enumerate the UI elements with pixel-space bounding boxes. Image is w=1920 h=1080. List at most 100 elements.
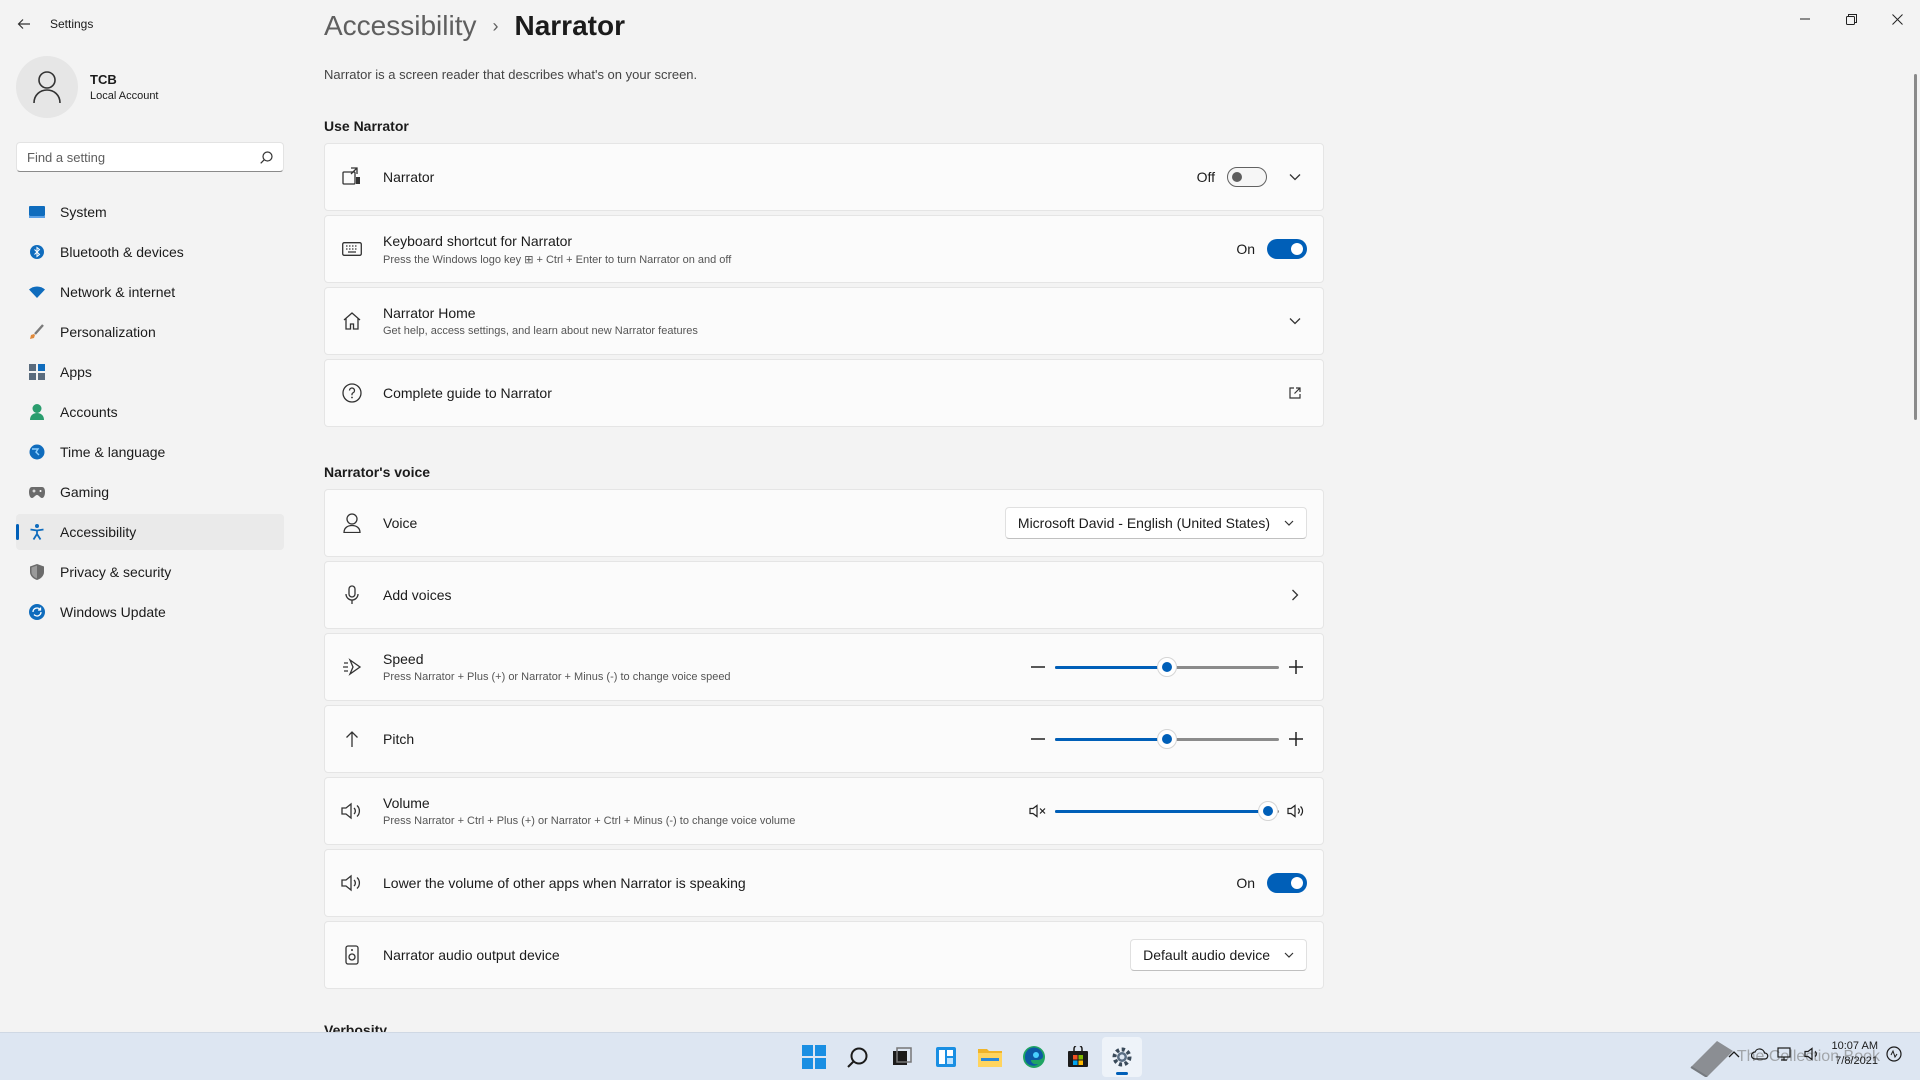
sidebar-item-privacy[interactable]: Privacy & security xyxy=(16,554,284,590)
sidebar-item-label: System xyxy=(60,204,107,220)
narrator-toggle[interactable] xyxy=(1227,167,1267,187)
slider-thumb xyxy=(1157,657,1177,677)
lower-volume-toggle-state: On xyxy=(1236,875,1255,891)
chevron-up-icon[interactable] xyxy=(1724,1044,1744,1064)
person-icon xyxy=(341,512,363,534)
home-icon xyxy=(341,310,363,332)
wifi-icon xyxy=(28,283,46,301)
pitch-decrease-button[interactable] xyxy=(1027,728,1049,750)
mute-icon xyxy=(1029,804,1046,818)
card-title: Add voices xyxy=(383,587,452,603)
sidebar-item-gaming[interactable]: Gaming xyxy=(16,474,284,510)
chevron-right-icon[interactable] xyxy=(1283,583,1307,607)
search-box[interactable] xyxy=(16,142,284,172)
lower-volume-toggle[interactable] xyxy=(1267,873,1307,893)
restore-icon xyxy=(1845,13,1857,25)
mute-button[interactable] xyxy=(1027,800,1049,822)
sidebar-item-time-language[interactable]: Time & language xyxy=(16,434,284,470)
chevron-down-icon[interactable] xyxy=(1283,165,1307,189)
sidebar-item-accounts[interactable]: Accounts xyxy=(16,394,284,430)
section-title-verbosity: Verbosity xyxy=(324,1022,388,1032)
audio-output-dropdown[interactable]: Default audio device xyxy=(1130,939,1307,971)
sidebar-item-label: Privacy & security xyxy=(60,564,172,580)
user-profile[interactable]: TCB Local Account xyxy=(16,56,159,118)
section-title-use-narrator: Use Narrator xyxy=(324,118,409,134)
plus-icon xyxy=(1289,732,1303,746)
app-title: Settings xyxy=(50,17,94,31)
breadcrumb-parent[interactable]: Accessibility xyxy=(324,10,476,42)
speed-slider[interactable] xyxy=(1055,657,1279,677)
start-button[interactable] xyxy=(794,1037,834,1077)
notification-icon[interactable] xyxy=(1884,1044,1904,1064)
sidebar-item-label: Personalization xyxy=(60,324,156,340)
add-voices-card[interactable]: Add voices xyxy=(324,561,1324,629)
shortcut-toggle-state: On xyxy=(1236,241,1255,257)
apps-icon xyxy=(28,363,46,381)
microphone-icon xyxy=(341,584,363,606)
sidebar-item-personalization[interactable]: Personalization xyxy=(16,314,284,350)
audio-output-dropdown-value: Default audio device xyxy=(1143,947,1270,963)
search-icon[interactable] xyxy=(260,150,273,164)
close-button[interactable] xyxy=(1874,4,1920,34)
network-icon[interactable] xyxy=(1776,1044,1796,1064)
volume-slider[interactable] xyxy=(1055,801,1279,821)
cloud-icon[interactable] xyxy=(1750,1044,1770,1064)
file-explorer-button[interactable] xyxy=(970,1037,1010,1077)
store-button[interactable] xyxy=(1058,1037,1098,1077)
taskbar-search-button[interactable] xyxy=(838,1037,878,1077)
search-icon xyxy=(847,1047,868,1068)
restore-button[interactable] xyxy=(1828,4,1874,34)
widgets-icon xyxy=(936,1047,956,1067)
section-title-narrators-voice: Narrator's voice xyxy=(324,464,431,480)
file-explorer-icon xyxy=(978,1049,1002,1067)
sidebar-item-label: Apps xyxy=(60,364,92,380)
narrator-home-card[interactable]: Narrator Home Get help, access settings,… xyxy=(324,287,1324,355)
sidebar-item-system[interactable]: System xyxy=(16,194,284,230)
edge-icon xyxy=(1023,1046,1045,1068)
voice-dropdown[interactable]: Microsoft David - English (United States… xyxy=(1004,507,1307,539)
card-subtitle: Press Narrator + Ctrl + Plus (+) or Narr… xyxy=(383,815,796,827)
card-title: Keyboard shortcut for Narrator xyxy=(383,232,573,249)
update-icon xyxy=(28,603,46,621)
sidebar-item-bluetooth[interactable]: Bluetooth & devices xyxy=(16,234,284,270)
widgets-button[interactable] xyxy=(926,1037,966,1077)
card-title: Speed xyxy=(383,651,424,667)
speed-decrease-button[interactable] xyxy=(1027,656,1049,678)
search-input[interactable] xyxy=(27,149,260,165)
sidebar-item-accessibility[interactable]: Accessibility xyxy=(16,514,284,550)
sidebar-item-windows-update[interactable]: Windows Update xyxy=(16,594,284,630)
settings-button[interactable] xyxy=(1102,1037,1142,1077)
scrollbar[interactable] xyxy=(1914,74,1917,420)
voice-card: Voice Microsoft David - English (United … xyxy=(324,489,1324,557)
shortcut-toggle[interactable] xyxy=(1267,239,1307,259)
chevron-down-icon[interactable] xyxy=(1283,309,1307,333)
clock[interactable]: 10:07 AM 7/8/2021 xyxy=(1832,1039,1878,1069)
speaker-device-icon xyxy=(341,944,363,966)
sidebar-item-label: Time & language xyxy=(60,444,166,460)
keyboard-shortcut-card: Keyboard shortcut for Narrator Press the… xyxy=(324,215,1324,283)
card-title: Volume xyxy=(383,795,430,811)
sidebar-item-apps[interactable]: Apps xyxy=(16,354,284,390)
narrator-toggle-state: Off xyxy=(1196,169,1215,185)
start-icon xyxy=(802,1045,826,1069)
accounts-icon xyxy=(28,403,46,421)
volume-max-button[interactable] xyxy=(1285,800,1307,822)
edge-button[interactable] xyxy=(1014,1037,1054,1077)
clock-date: 7/8/2021 xyxy=(1835,1055,1878,1067)
card-subtitle: Press the Windows logo key ⊞ + Ctrl + En… xyxy=(383,253,732,266)
card-subtitle: Press Narrator + Plus (+) or Narrator + … xyxy=(383,671,731,683)
pitch-slider[interactable] xyxy=(1055,729,1279,749)
external-link-icon[interactable] xyxy=(1283,381,1307,405)
volume-icon[interactable] xyxy=(1802,1044,1822,1064)
chevron-down-icon xyxy=(1284,520,1294,526)
minimize-button[interactable] xyxy=(1782,4,1828,34)
complete-guide-card[interactable]: Complete guide to Narrator xyxy=(324,359,1324,427)
speed-increase-button[interactable] xyxy=(1285,656,1307,678)
back-button[interactable] xyxy=(12,12,36,36)
sidebar-item-network[interactable]: Network & internet xyxy=(16,274,284,310)
task-view-button[interactable] xyxy=(882,1037,922,1077)
narrator-card[interactable]: Narrator Off xyxy=(324,143,1324,211)
sidebar-item-label: Windows Update xyxy=(60,604,166,620)
slider-thumb xyxy=(1257,801,1278,821)
pitch-increase-button[interactable] xyxy=(1285,728,1307,750)
